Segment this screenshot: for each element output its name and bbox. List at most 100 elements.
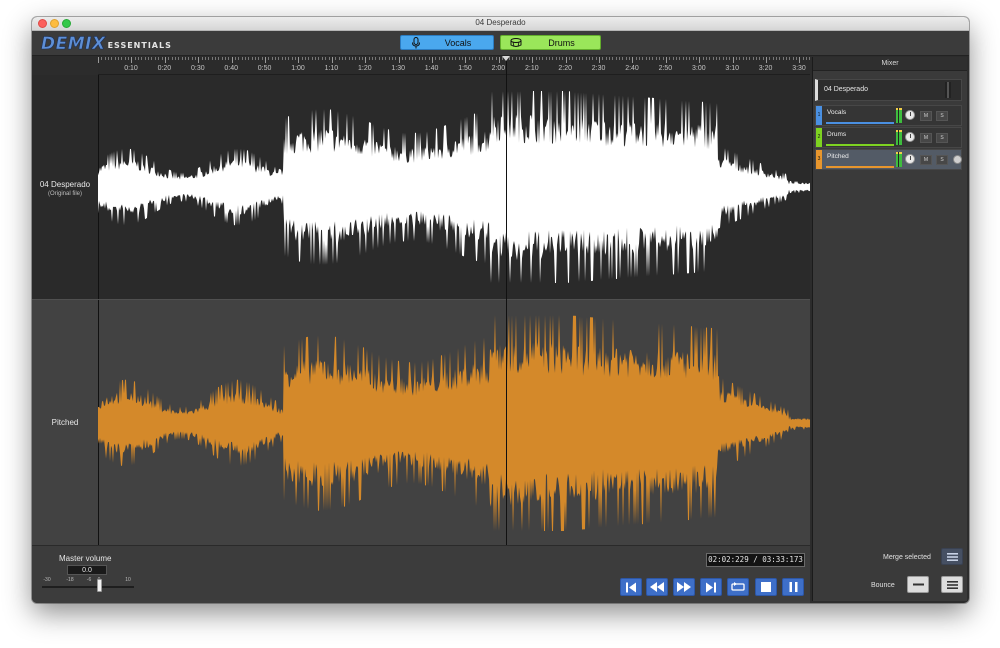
ruler-tick — [291, 57, 293, 60]
ruler-tick — [552, 57, 554, 60]
ruler-tick — [305, 57, 307, 60]
solo-button[interactable]: S — [936, 133, 948, 143]
toolbar: DEMIX ESSENTIALS Vocals Drums — [32, 31, 969, 56]
time-ruler[interactable]: 0:10 0:20 0:30 0:40 0:50 1:00 1:10 1:20 1:30 1:40… — [98, 57, 811, 75]
ruler-tick — [602, 57, 604, 60]
mixer-row-number: 2 — [816, 128, 822, 147]
ruler-tick — [412, 57, 413, 60]
vocals-stem-button[interactable]: Vocals — [400, 35, 494, 50]
ruler-tick — [184, 57, 186, 60]
ruler-tick — [261, 57, 263, 60]
mixer-row-pitched[interactable]: 3 Pitched M S — [815, 149, 962, 170]
ruler-tick — [772, 57, 774, 60]
ruler-tick — [381, 57, 383, 60]
master-volume-scale: -30 -18 -6 0 10 — [42, 577, 134, 585]
playhead-marker[interactable] — [502, 56, 510, 61]
fast-forward-button[interactable] — [673, 578, 695, 596]
pan-knob[interactable] — [905, 132, 915, 142]
ruler-tick — [522, 57, 524, 60]
drum-icon — [509, 36, 523, 50]
ruler-tick — [378, 57, 380, 60]
ruler-tick — [669, 57, 671, 60]
ruler-tick — [482, 57, 484, 60]
ruler-tick — [158, 57, 160, 60]
level-meter — [896, 108, 902, 123]
ruler-tick — [722, 57, 724, 60]
ruler-tick — [548, 57, 550, 60]
ruler-tick — [351, 57, 353, 60]
solo-button[interactable]: S — [936, 111, 948, 121]
mute-button[interactable]: M — [920, 111, 932, 121]
volume-bar[interactable] — [826, 144, 894, 146]
ruler-tick — [248, 57, 250, 60]
skip-to-start-button[interactable] — [620, 578, 642, 596]
window-title: 04 Desperado — [475, 18, 526, 27]
volume-scale-label: -30 — [43, 577, 51, 583]
original-track[interactable]: 04 Desperado (Original file) — [32, 75, 810, 299]
ruler-tick — [104, 57, 106, 60]
ruler-tick — [579, 57, 580, 60]
effect-settings-icon[interactable] — [953, 155, 962, 164]
ruler-tick — [809, 57, 811, 60]
solo-button[interactable]: S — [936, 155, 948, 165]
playhead[interactable] — [506, 57, 507, 545]
master-volume-slider-handle[interactable] — [97, 579, 102, 592]
ruler-tick — [455, 57, 457, 60]
loop-button[interactable] — [727, 578, 749, 596]
ruler-tick — [689, 57, 691, 60]
stop-icon — [761, 582, 771, 592]
pause-button[interactable] — [782, 578, 804, 596]
ruler-tick — [695, 57, 697, 60]
ruler-tick — [435, 57, 437, 60]
ruler-tick — [415, 57, 417, 60]
master-level-meter — [945, 82, 951, 98]
volume-bar[interactable] — [826, 122, 894, 124]
ruler-tick — [422, 57, 423, 60]
rewind-button[interactable] — [646, 578, 668, 596]
ruler-tick — [295, 57, 297, 60]
mute-button[interactable]: M — [920, 133, 932, 143]
pitched-track[interactable]: Pitched — [32, 299, 810, 546]
ruler-tick — [759, 57, 761, 60]
ruler-tick — [144, 57, 146, 60]
ruler-tick — [662, 57, 664, 60]
mixer-row-name: Vocals — [827, 109, 847, 116]
bounce-all-button[interactable] — [941, 576, 963, 593]
single-line-icon — [912, 583, 924, 586]
merge-selected-label: Merge selected — [883, 554, 931, 561]
ruler-time-label: 1:20 — [357, 65, 372, 72]
ruler-tick — [331, 57, 333, 63]
master-volume-slider-track[interactable] — [42, 586, 134, 588]
ruler-tick — [121, 57, 123, 60]
stop-button[interactable] — [755, 578, 777, 596]
transport-bar: Master volume 0.0 -30 -18 -6 0 10 02:02:… — [32, 545, 810, 603]
ruler-tick — [375, 57, 377, 60]
ruler-tick — [111, 57, 113, 60]
skip-to-end-button[interactable] — [700, 578, 722, 596]
ruler-tick — [545, 57, 547, 60]
master-volume-value[interactable]: 0.0 — [67, 565, 107, 575]
merge-selected-button[interactable] — [941, 548, 963, 565]
ruler-tick — [498, 57, 500, 63]
ruler-tick — [181, 57, 183, 60]
ruler-tick — [565, 57, 567, 63]
pan-knob[interactable] — [905, 154, 915, 164]
ruler-tick — [141, 57, 143, 60]
ruler-tick — [335, 57, 337, 60]
ruler-time-label: 1:10 — [324, 65, 339, 72]
mixer-row-vocals[interactable]: 1 Vocals M S — [815, 105, 962, 126]
pan-knob[interactable] — [905, 110, 915, 120]
ruler-tick — [288, 57, 290, 60]
mixer-row-drums[interactable]: 2 Drums M S — [815, 127, 962, 148]
mixer-master-row[interactable]: 04 Desperado — [815, 79, 962, 101]
ruler-time-label: 1:40 — [424, 65, 439, 72]
mute-button[interactable]: M — [920, 155, 932, 165]
pause-icon — [789, 582, 797, 592]
drums-stem-button[interactable]: Drums — [500, 35, 601, 50]
ruler-time-label: 0:50 — [257, 65, 272, 72]
volume-bar[interactable] — [826, 166, 894, 168]
bounce-single-button[interactable] — [907, 576, 929, 593]
ruler-tick — [672, 57, 674, 60]
ruler-tick — [194, 57, 196, 60]
ruler-tick — [746, 57, 747, 60]
